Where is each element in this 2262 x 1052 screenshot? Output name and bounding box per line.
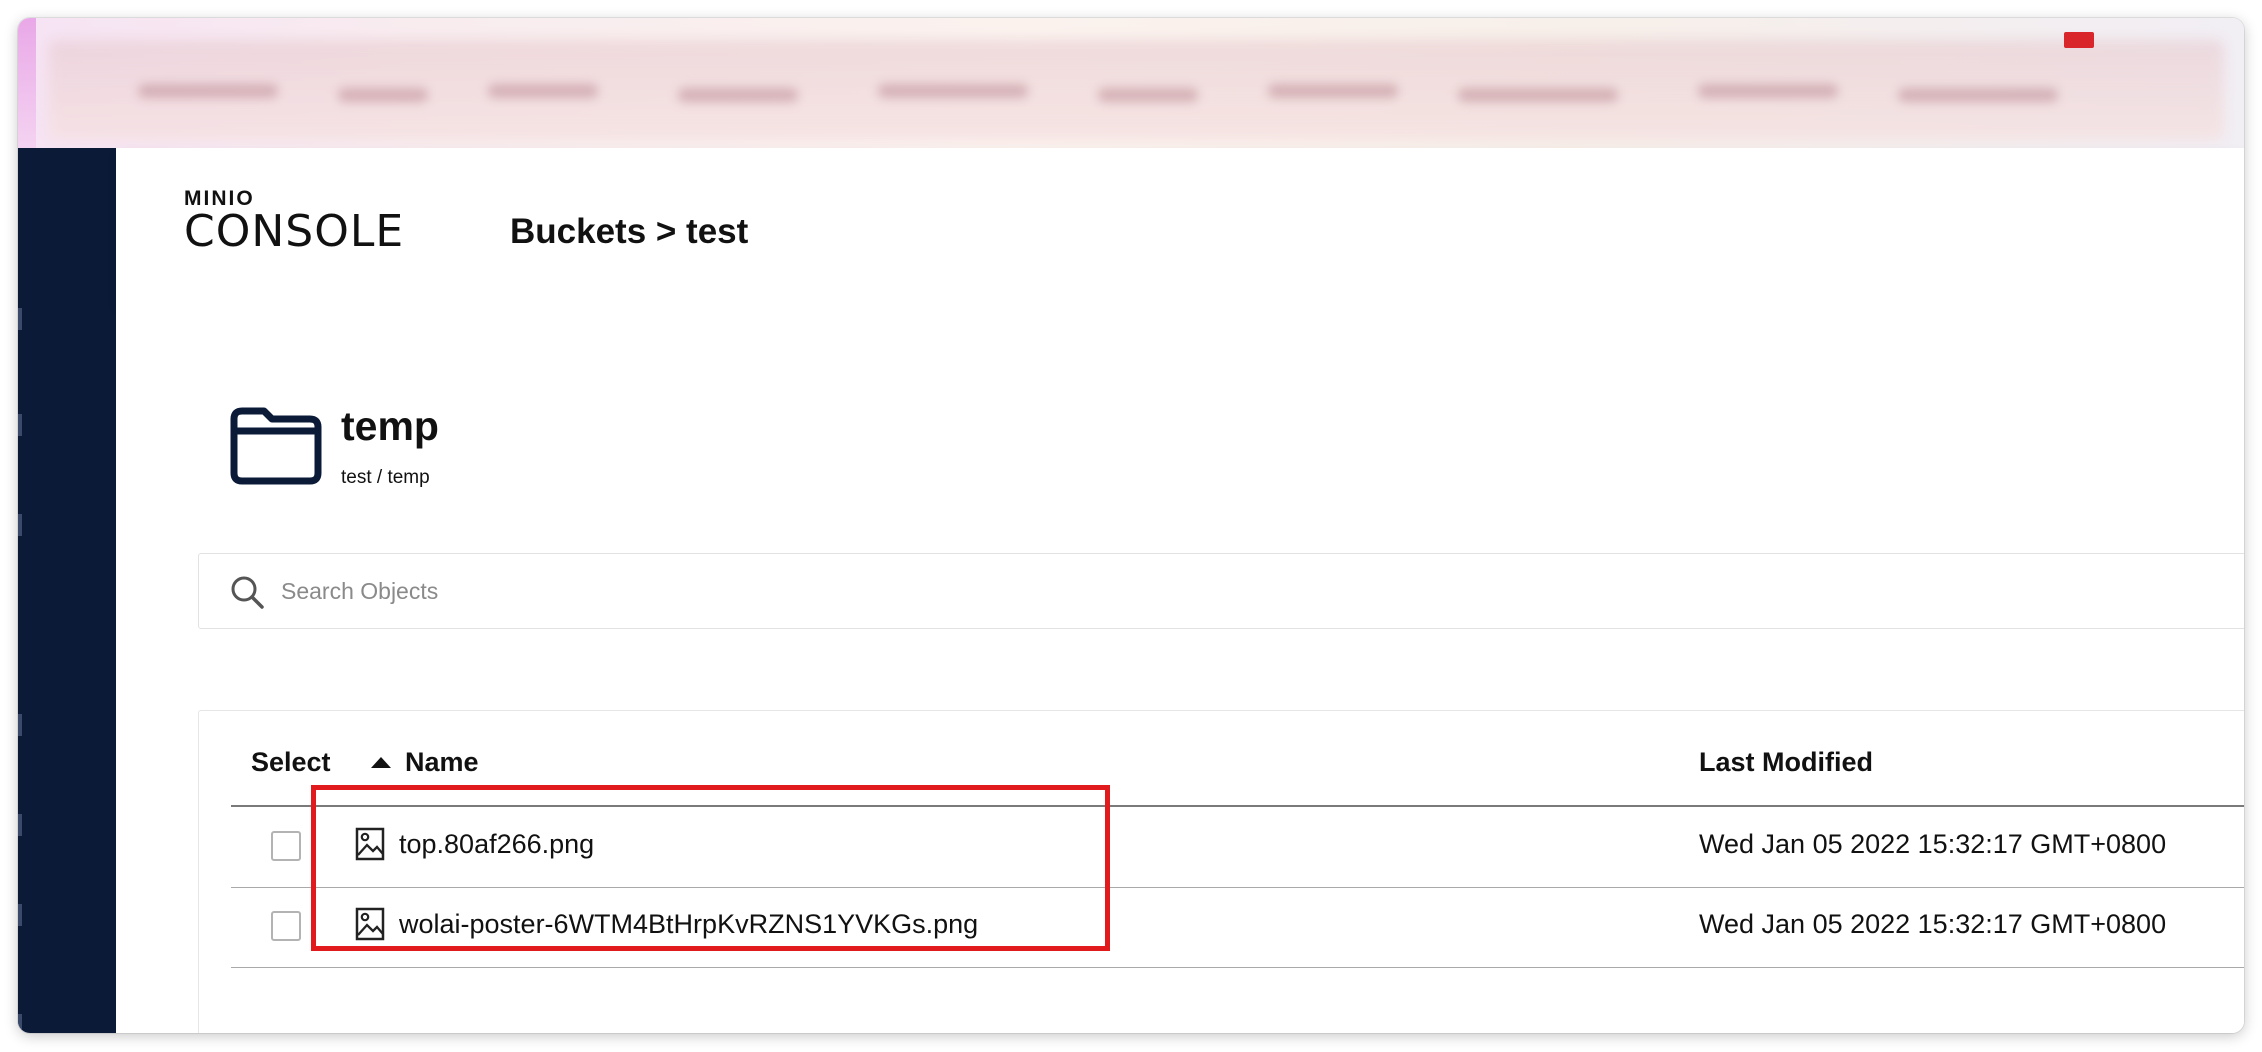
row-checkbox[interactable] <box>271 831 301 861</box>
sidebar <box>18 148 116 1033</box>
extension-icon[interactable] <box>2064 32 2094 48</box>
search-icon <box>231 576 264 609</box>
sidebar-item-icon[interactable] <box>18 714 22 736</box>
breadcrumb[interactable]: Buckets > test <box>510 212 748 252</box>
annotation-highlight-box <box>311 785 1110 951</box>
sidebar-menu-icon[interactable] <box>18 308 22 330</box>
column-header-name[interactable]: Name <box>405 747 479 778</box>
page-header: MINIO CONSOLE Buckets > test <box>116 148 2244 306</box>
minio-console-logo[interactable]: MINIO CONSOLE <box>184 188 404 254</box>
blurred-bookmark <box>1898 88 2058 102</box>
sidebar-item-icon[interactable] <box>18 1014 22 1033</box>
blurred-bookmark <box>488 84 598 98</box>
folder-path: test / temp <box>341 467 430 488</box>
sidebar-item-icon[interactable] <box>18 814 22 836</box>
logo-product: CONSOLE <box>184 206 405 257</box>
browser-chrome-blurred <box>18 18 2244 148</box>
search-input[interactable] <box>279 568 1183 614</box>
blurred-bookmark <box>678 88 798 102</box>
sidebar-item-icon[interactable] <box>18 514 22 536</box>
blurred-bookmark <box>138 84 278 98</box>
browser-tab-strip <box>18 18 36 148</box>
search-bar[interactable] <box>198 553 2244 629</box>
sidebar-item-icon[interactable] <box>18 904 22 926</box>
blurred-bookmark <box>878 84 1028 98</box>
sidebar-item-icon[interactable] <box>18 414 22 436</box>
blurred-bookmark <box>1098 88 1198 102</box>
blurred-bookmark <box>1698 84 1838 98</box>
blurred-bookmark <box>338 88 428 102</box>
folder-icon <box>230 407 322 485</box>
sort-ascending-icon[interactable] <box>371 757 391 768</box>
column-header-select[interactable]: Select <box>251 747 331 778</box>
row-checkbox[interactable] <box>271 911 301 941</box>
blurred-bookmark <box>1268 84 1398 98</box>
last-modified: Wed Jan 05 2022 15:32:17 GMT+0800 <box>1699 829 2167 859</box>
blurred-bookmark <box>1458 88 1618 102</box>
column-header-last-modified[interactable]: Last Modified <box>1699 747 1873 778</box>
last-modified: Wed Jan 05 2022 15:32:17 GMT+0800 <box>1699 909 2167 939</box>
folder-name: temp <box>341 403 439 449</box>
